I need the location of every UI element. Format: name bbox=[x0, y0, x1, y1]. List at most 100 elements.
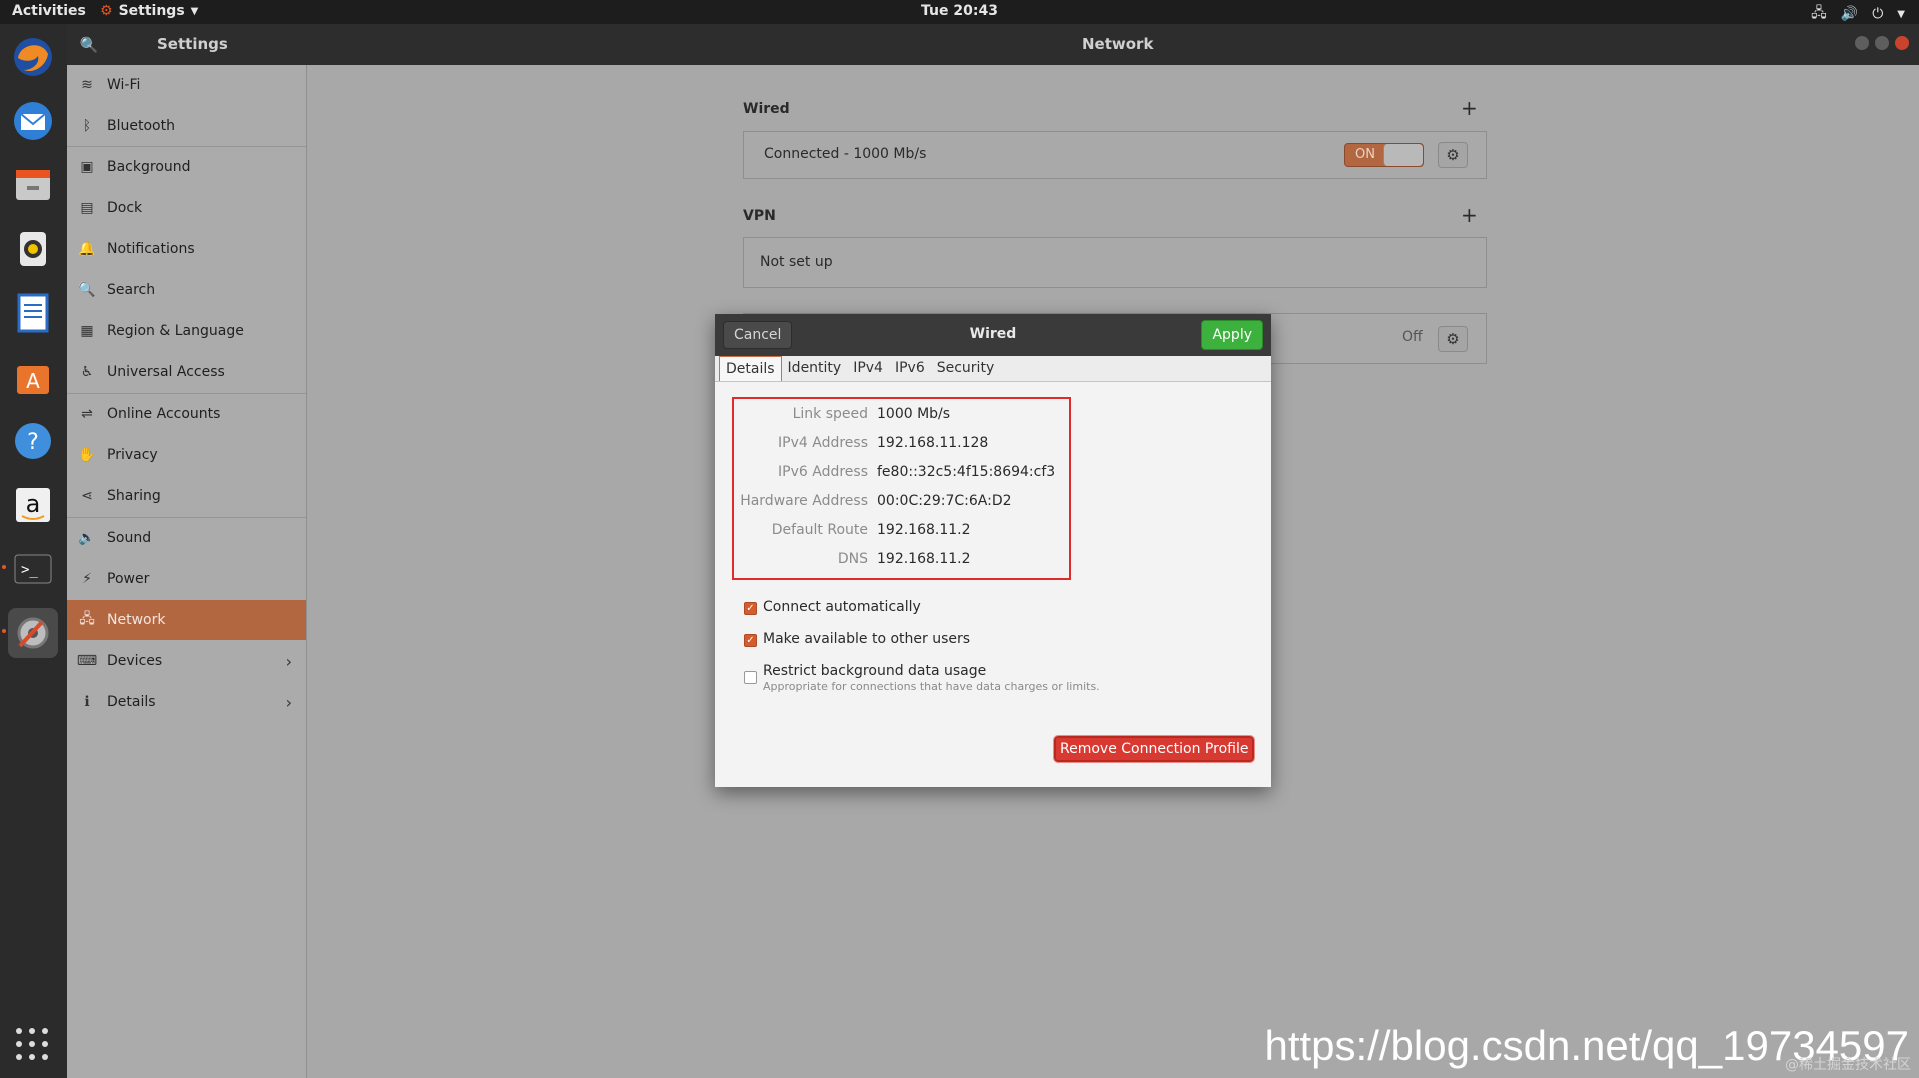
sidebar-item-label: Devices bbox=[107, 653, 163, 669]
rhythmbox-icon[interactable] bbox=[8, 224, 58, 274]
sidebar-item-label: Dock bbox=[107, 200, 143, 216]
chevron-right-icon: › bbox=[285, 651, 292, 671]
sidebar-item-sharing[interactable]: ⋖ Sharing bbox=[67, 476, 306, 516]
sidebar-item-wifi[interactable]: ≋ Wi-Fi bbox=[67, 65, 306, 105]
running-indicator bbox=[2, 629, 6, 633]
cancel-button[interactable]: Cancel bbox=[723, 321, 793, 349]
vpn-section-label: VPN bbox=[743, 208, 776, 224]
sidebar-item-search[interactable]: 🔍 Search bbox=[67, 270, 306, 310]
detail-value: fe80::32c5:4f15:8694:cf3 bbox=[877, 464, 1056, 480]
sidebar-item-online-accounts[interactable]: ⇌ Online Accounts bbox=[67, 394, 306, 434]
firefox-icon[interactable] bbox=[8, 32, 58, 82]
system-tray[interactable]: 🖧 🔊 ⏻ ▼ bbox=[1811, 2, 1905, 26]
wired-settings-button[interactable]: ⚙ bbox=[1438, 142, 1468, 168]
watermark-overlay: @稀土掘金技术社区 bbox=[1785, 1057, 1911, 1073]
detail-row-hardware: Hardware Address 00:0C:29:7C:6A:D2 bbox=[734, 490, 1069, 514]
sidebar-item-network[interactable]: 🖧 Network bbox=[67, 600, 306, 640]
sidebar-item-universal-access[interactable]: ♿ Universal Access bbox=[67, 352, 306, 392]
activities-button[interactable]: Activities bbox=[12, 3, 86, 19]
restrict-background-row[interactable]: Restrict background data usage Appropria… bbox=[744, 663, 1100, 693]
add-vpn-icon[interactable]: + bbox=[1461, 203, 1478, 227]
apply-button[interactable]: Apply bbox=[1201, 320, 1263, 350]
detail-key: DNS bbox=[837, 551, 868, 567]
detail-value: 1000 Mb/s bbox=[877, 406, 951, 422]
amazon-icon[interactable]: a bbox=[8, 480, 58, 530]
wired-status: Connected - 1000 Mb/s bbox=[764, 146, 927, 162]
network-icon: 🖧 bbox=[79, 611, 95, 627]
software-icon[interactable]: A bbox=[8, 352, 58, 402]
help-icon[interactable]: ? bbox=[8, 416, 58, 466]
tab-identity[interactable]: Identity bbox=[782, 356, 848, 381]
sidebar: ≋ Wi-Fi ᛒ Bluetooth ▣ Background ▤ Dock 🔔 Not… bbox=[67, 65, 307, 1078]
settings-icon[interactable] bbox=[8, 608, 58, 658]
add-wired-icon[interactable]: + bbox=[1461, 96, 1478, 120]
wired-toggle[interactable]: ON bbox=[1344, 143, 1424, 167]
search-icon: 🔍 bbox=[78, 282, 96, 298]
wired-section-label: Wired bbox=[743, 101, 790, 117]
search-icon[interactable]: 🔍 bbox=[77, 33, 101, 57]
tab-details[interactable]: Details bbox=[719, 356, 782, 381]
sidebar-item-background[interactable]: ▣ Background bbox=[67, 147, 306, 187]
gear-icon: ⚙ bbox=[1446, 330, 1460, 348]
files-icon[interactable] bbox=[8, 160, 58, 210]
proxy-settings-button[interactable]: ⚙ bbox=[1438, 326, 1468, 352]
terminal-icon[interactable]: >_ bbox=[8, 544, 58, 594]
thunderbird-icon[interactable] bbox=[8, 96, 58, 146]
minimize-icon[interactable] bbox=[1855, 36, 1869, 50]
sidebar-title: Settings bbox=[157, 35, 228, 53]
remove-connection-profile-button[interactable]: Remove Connection Profile bbox=[1052, 735, 1256, 763]
top-bar: Activities ⚙ Settings ▼ Tue 20:43 🖧 🔊 ⏻ … bbox=[0, 0, 1919, 24]
svg-text:a: a bbox=[26, 490, 41, 518]
tab-ipv4[interactable]: IPv4 bbox=[847, 356, 889, 381]
sidebar-item-label: Universal Access bbox=[107, 364, 225, 380]
sidebar-item-privacy[interactable]: ✋ Privacy bbox=[67, 435, 306, 475]
writer-icon[interactable] bbox=[8, 288, 58, 338]
proxy-state: Off bbox=[1402, 329, 1423, 345]
sidebar-item-label: Notifications bbox=[107, 241, 195, 257]
wired-connection-row: Connected - 1000 Mb/s ON ⚙ bbox=[743, 131, 1487, 179]
share-icon: ⋖ bbox=[81, 488, 93, 504]
connect-automatically-row[interactable]: ✓ Connect automatically bbox=[744, 599, 921, 615]
maximize-icon[interactable] bbox=[1875, 36, 1889, 50]
hand-icon: ✋ bbox=[78, 447, 96, 463]
wifi-icon: ≋ bbox=[81, 77, 93, 93]
detail-value: 192.168.11.128 bbox=[877, 435, 989, 451]
detail-row-ipv4: IPv4 Address 192.168.11.128 bbox=[734, 432, 1069, 456]
restrict-background-hint: Appropriate for connections that have da… bbox=[763, 680, 1100, 693]
vpn-row: Not set up bbox=[743, 237, 1487, 288]
svg-text:A: A bbox=[26, 369, 40, 393]
sidebar-item-sound[interactable]: 🔈 Sound bbox=[67, 518, 306, 558]
clock[interactable]: Tue 20:43 bbox=[921, 3, 998, 19]
available-to-others-checkbox[interactable]: ✓ bbox=[744, 634, 757, 647]
sidebar-item-dock[interactable]: ▤ Dock bbox=[67, 188, 306, 228]
tab-security[interactable]: Security bbox=[931, 356, 1001, 381]
detail-row-default-route: Default Route 192.168.11.2 bbox=[734, 519, 1069, 543]
close-icon[interactable] bbox=[1895, 36, 1909, 50]
tab-ipv6[interactable]: IPv6 bbox=[889, 356, 931, 381]
app-menu[interactable]: ⚙ Settings ▼ bbox=[100, 3, 198, 19]
details-highlight-box: Link speed 1000 Mb/s IPv4 Address 192.168.… bbox=[732, 397, 1071, 580]
sidebar-item-notifications[interactable]: 🔔 Notifications bbox=[67, 229, 306, 269]
chevron-right-icon: › bbox=[285, 692, 292, 712]
connect-automatically-checkbox[interactable]: ✓ bbox=[744, 602, 757, 615]
running-indicator bbox=[2, 565, 6, 569]
page-title: Network bbox=[1082, 35, 1154, 53]
connect-automatically-label: Connect automatically bbox=[763, 599, 921, 615]
sidebar-item-power[interactable]: ⚡ Power bbox=[67, 559, 306, 599]
detail-key: IPv4 Address bbox=[778, 435, 868, 451]
sidebar-item-devices[interactable]: ⌨ Devices › bbox=[67, 641, 306, 681]
available-to-others-row[interactable]: ✓ Make available to other users bbox=[744, 631, 970, 647]
detail-key: IPv6 Address bbox=[778, 464, 868, 480]
sidebar-item-details[interactable]: ℹ Details › bbox=[67, 682, 306, 722]
sidebar-item-bluetooth[interactable]: ᛒ Bluetooth bbox=[67, 106, 306, 146]
restrict-background-label: Restrict background data usage bbox=[763, 663, 987, 679]
dialog-header: Cancel Wired Apply bbox=[715, 314, 1271, 356]
detail-value: 00:0C:29:7C:6A:D2 bbox=[877, 493, 1012, 509]
sidebar-item-region[interactable]: ▦ Region & Language bbox=[67, 311, 306, 351]
detail-key: Hardware Address bbox=[740, 493, 868, 509]
sidebar-item-label: Background bbox=[107, 159, 191, 175]
toggle-label: ON bbox=[1355, 147, 1375, 162]
restrict-background-checkbox[interactable] bbox=[744, 671, 757, 684]
sidebar-item-label: Wi-Fi bbox=[107, 77, 141, 93]
show-applications-icon[interactable] bbox=[16, 1028, 50, 1062]
